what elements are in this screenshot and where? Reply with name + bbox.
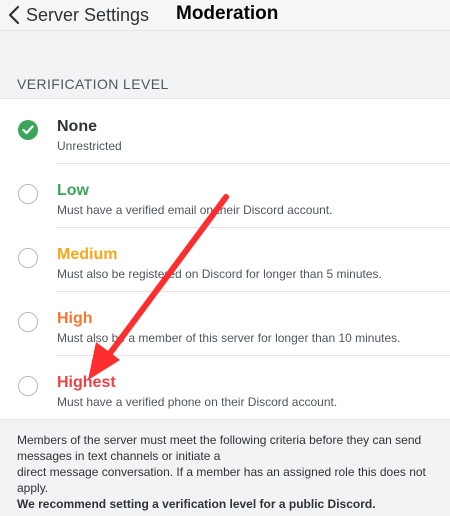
page-title: Moderation (176, 3, 279, 24)
back-button-label: Server Settings (26, 4, 150, 25)
option-name: Highest (57, 374, 116, 391)
verification-option-high[interactable]: High Must also be a member of this serve… (0, 291, 450, 355)
header-bar: Server Settings Moderation (0, 0, 450, 31)
chevron-left-icon (8, 5, 20, 25)
option-description: Must also be a member of this server for… (57, 331, 401, 345)
divider (56, 355, 450, 356)
option-description: Must also be registered on Discord for l… (57, 267, 382, 281)
radio-button[interactable] (18, 184, 38, 204)
divider (56, 227, 450, 228)
option-description: Must have a verified phone on their Disc… (57, 395, 338, 409)
option-name: None (57, 118, 97, 135)
back-button[interactable]: Server Settings (8, 3, 149, 27)
option-description: Must have a verified email on their Disc… (57, 203, 333, 217)
verification-help-text: Members of the server must meet the foll… (17, 432, 437, 512)
help-text-line: Members of the server must meet the foll… (17, 433, 422, 463)
divider (56, 291, 450, 292)
option-name: Low (57, 182, 89, 199)
help-text-line: direct message conversation. If a member… (17, 465, 426, 495)
divider (56, 163, 450, 164)
verification-option-low[interactable]: Low Must have a verified email on their … (0, 163, 450, 227)
option-name: Medium (57, 246, 118, 263)
verification-option-highest[interactable]: Highest Must have a verified phone on th… (0, 355, 450, 419)
recommendation-text: We recommend setting a verification leve… (17, 497, 376, 511)
option-name: High (57, 310, 93, 327)
verification-option-none[interactable]: None Unrestricted (0, 99, 450, 163)
radio-selected-checkmark-icon[interactable] (18, 120, 38, 140)
verification-level-list: None Unrestricted Low Must have a verifi… (0, 98, 450, 420)
radio-button[interactable] (18, 376, 38, 396)
radio-button[interactable] (18, 312, 38, 332)
section-label-verification-level: VERIFICATION LEVEL (17, 76, 169, 92)
radio-button[interactable] (18, 248, 38, 268)
option-description: Unrestricted (57, 139, 122, 153)
verification-option-medium[interactable]: Medium Must also be registered on Discor… (0, 227, 450, 291)
